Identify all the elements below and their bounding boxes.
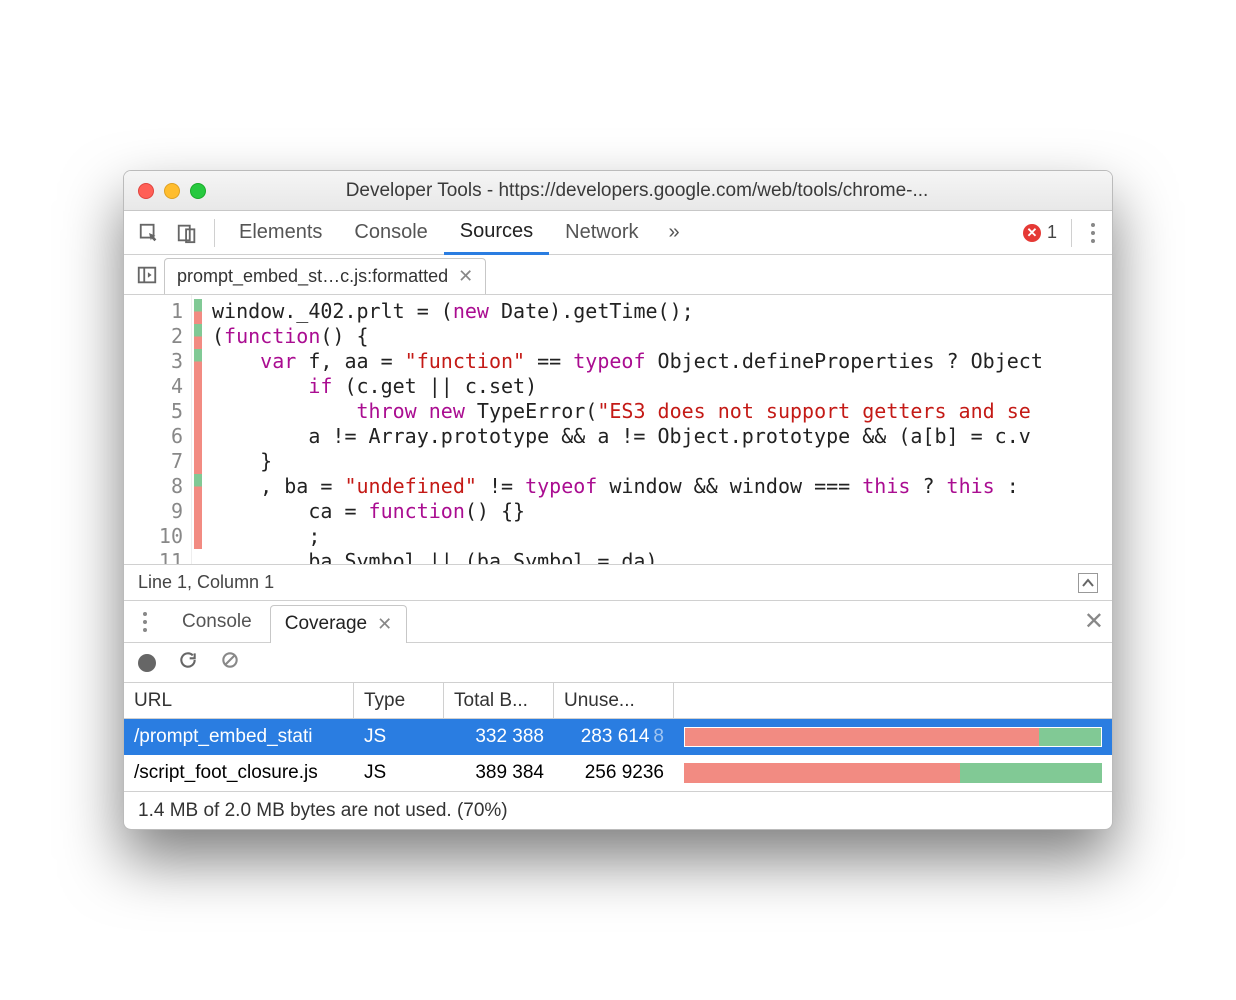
settings-menu-icon[interactable]	[1080, 223, 1106, 243]
cell-url: /prompt_embed_stati	[124, 719, 354, 755]
reload-icon[interactable]	[178, 650, 198, 675]
coverage-table-header: URL Type Total B... Unuse...	[124, 683, 1112, 719]
drawer-tab-bar: Console Coverage ✕ ✕	[124, 601, 1112, 643]
coverage-row[interactable]: /script_foot_closure.jsJS389 384256 9236	[124, 755, 1112, 791]
error-icon: ✕	[1023, 224, 1041, 242]
line-number: 10	[124, 524, 191, 549]
file-tab-bar: prompt_embed_st…c.js:formatted ✕	[124, 255, 1112, 295]
coverage-marker	[194, 499, 202, 524]
cell-unused: 256 9236	[554, 755, 674, 791]
main-toolbar: Elements Console Sources Network » ✕ 1	[124, 211, 1112, 255]
close-drawer-icon[interactable]: ✕	[1084, 607, 1104, 636]
minimize-window-button[interactable]	[164, 183, 180, 199]
clear-icon[interactable]	[220, 650, 240, 675]
code-line[interactable]: , ba = "undefined" != typeof window && w…	[212, 474, 1043, 499]
device-toolbar-icon[interactable]	[170, 216, 204, 250]
coverage-marker	[194, 449, 202, 474]
code-line[interactable]: throw new TypeError("ES3 does not suppor…	[212, 399, 1043, 424]
cell-unused: 283 6148	[554, 719, 674, 755]
line-number: 6	[124, 424, 191, 449]
code-line[interactable]: var f, aa = "function" == typeof Object.…	[212, 349, 1043, 374]
tab-network[interactable]: Network	[549, 211, 654, 255]
drawer-tab-console[interactable]: Console	[168, 601, 266, 643]
tab-elements[interactable]: Elements	[223, 211, 338, 255]
titlebar: Developer Tools - https://developers.goo…	[124, 171, 1112, 211]
code-line[interactable]: ca = function() {}	[212, 499, 1043, 524]
col-header-type[interactable]: Type	[354, 683, 444, 718]
cell-url: /script_foot_closure.js	[124, 755, 354, 791]
editor-status-bar: Line 1, Column 1	[124, 565, 1112, 601]
line-number: 2	[124, 324, 191, 349]
code-line[interactable]: ba.Symbol || (ba.Symbol = da)	[212, 549, 1043, 564]
code-body[interactable]: window._402.prlt = (new Date).getTime();…	[204, 295, 1053, 564]
tab-sources[interactable]: Sources	[444, 211, 549, 255]
error-indicator[interactable]: ✕ 1	[1023, 222, 1057, 243]
coverage-marker	[194, 549, 202, 565]
navigator-toggle-icon[interactable]	[130, 258, 164, 292]
col-header-total[interactable]: Total B...	[444, 683, 554, 718]
cell-total: 332 388	[444, 719, 554, 755]
line-number: 1	[124, 299, 191, 324]
drawer-menu-icon[interactable]	[132, 612, 158, 632]
cell-usage-bar	[674, 719, 1112, 755]
col-header-bar	[674, 683, 1112, 718]
drawer-tab-coverage[interactable]: Coverage ✕	[270, 605, 407, 643]
code-line[interactable]: }	[212, 449, 1043, 474]
code-line[interactable]: (function() {	[212, 324, 1043, 349]
line-number: 9	[124, 499, 191, 524]
expand-drawer-icon[interactable]	[1078, 573, 1098, 593]
line-number: 5	[124, 399, 191, 424]
col-header-unused[interactable]: Unuse...	[554, 683, 674, 718]
coverage-marker	[194, 324, 202, 349]
inspect-element-icon[interactable]	[132, 216, 166, 250]
cursor-position: Line 1, Column 1	[138, 572, 274, 593]
coverage-marker	[194, 474, 202, 499]
close-icon[interactable]: ✕	[458, 266, 473, 287]
coverage-marker	[194, 399, 202, 424]
line-number: 4	[124, 374, 191, 399]
record-button[interactable]	[138, 654, 156, 672]
panel-tabs: Elements Console Sources Network	[223, 211, 655, 255]
coverage-marker	[194, 349, 202, 374]
code-line[interactable]: ;	[212, 524, 1043, 549]
coverage-marker	[194, 524, 202, 549]
cell-total: 389 384	[444, 755, 554, 791]
error-count: 1	[1047, 222, 1057, 243]
line-number: 3	[124, 349, 191, 374]
coverage-table: URL Type Total B... Unuse... /prompt_emb…	[124, 683, 1112, 791]
code-editor[interactable]: 1234567891011 window._402.prlt = (new Da…	[124, 295, 1112, 565]
drawer-tab-label: Coverage	[285, 613, 367, 635]
maximize-window-button[interactable]	[190, 183, 206, 199]
file-tab[interactable]: prompt_embed_st…c.js:formatted ✕	[164, 258, 486, 294]
code-line[interactable]: if (c.get || c.set)	[212, 374, 1043, 399]
devtools-window: Developer Tools - https://developers.goo…	[123, 170, 1113, 830]
file-tab-label: prompt_embed_st…c.js:formatted	[177, 266, 448, 287]
coverage-toolbar	[124, 643, 1112, 683]
close-icon[interactable]: ✕	[377, 614, 392, 635]
cell-usage-bar	[674, 755, 1112, 791]
code-line[interactable]: a != Array.prototype && a != Object.prot…	[212, 424, 1043, 449]
cell-type: JS	[354, 755, 444, 791]
tab-console[interactable]: Console	[338, 211, 443, 255]
close-window-button[interactable]	[138, 183, 154, 199]
line-number: 7	[124, 449, 191, 474]
coverage-summary: 1.4 MB of 2.0 MB bytes are not used. (70…	[124, 791, 1112, 829]
window-title: Developer Tools - https://developers.goo…	[216, 180, 1098, 202]
coverage-marker	[194, 299, 202, 324]
more-tabs-icon[interactable]: »	[655, 221, 694, 244]
code-line[interactable]: window._402.prlt = (new Date).getTime();	[212, 299, 1043, 324]
line-number-gutter: 1234567891011	[124, 295, 192, 564]
col-header-url[interactable]: URL	[124, 683, 354, 718]
line-number: 8	[124, 474, 191, 499]
separator	[1071, 219, 1072, 247]
window-controls	[138, 183, 206, 199]
coverage-marker	[194, 424, 202, 449]
coverage-row[interactable]: /prompt_embed_statiJS332 388283 6148	[124, 719, 1112, 755]
line-number: 11	[124, 549, 191, 565]
coverage-gutter	[192, 295, 204, 564]
cell-type: JS	[354, 719, 444, 755]
coverage-marker	[194, 374, 202, 399]
separator	[214, 219, 215, 247]
